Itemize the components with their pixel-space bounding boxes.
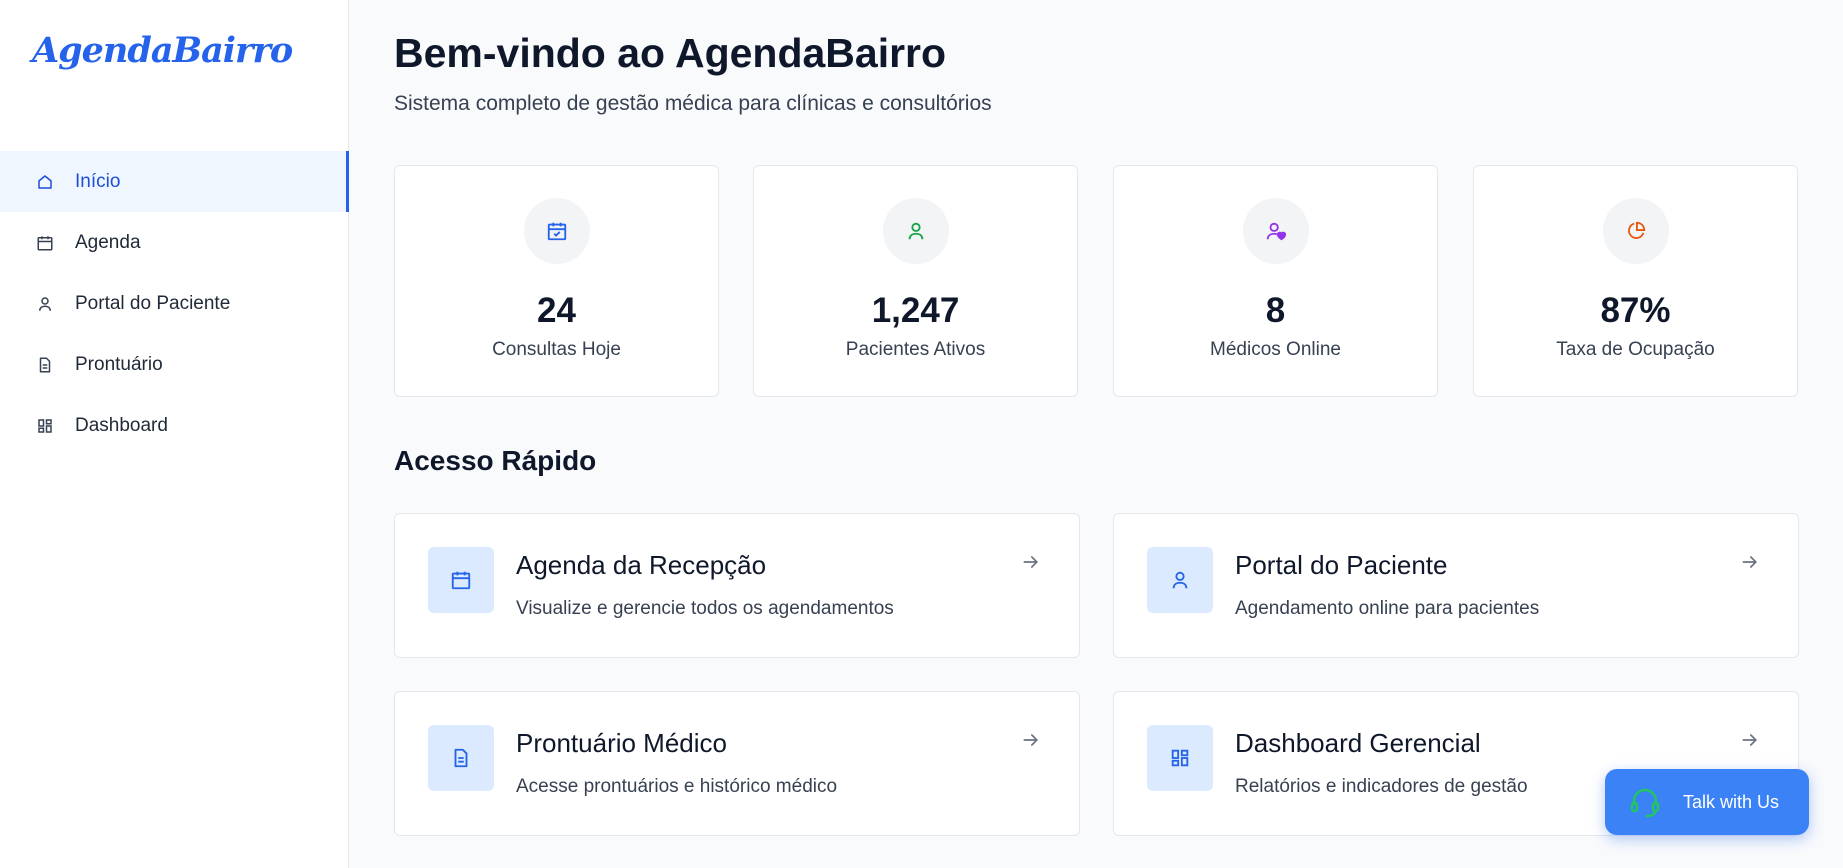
quick-card-prontuario-medico[interactable]: Prontuário Médico Acesse prontuários e h… <box>394 691 1080 836</box>
sidebar-item-agenda[interactable]: Agenda <box>0 212 349 273</box>
sidebar-item-label: Agenda <box>75 231 141 253</box>
stat-card-pacientes: 1,247 Pacientes Ativos <box>753 165 1078 397</box>
sidebar-item-portal-paciente[interactable]: Portal do Paciente <box>0 273 349 334</box>
quick-card-agenda-recepcao[interactable]: Agenda da Recepção Visualize e gerencie … <box>394 513 1080 658</box>
quick-card-title: Portal do Paciente <box>1235 550 1448 580</box>
calendar-check-icon <box>523 198 590 264</box>
stats-row: 24 Consultas Hoje 1,247 Pacientes Ativos… <box>394 165 1799 397</box>
stat-value: 24 <box>537 291 576 330</box>
stat-value: 87% <box>1600 291 1671 330</box>
quick-card-title: Prontuário Médico <box>516 728 727 758</box>
quick-card-description: Visualize e gerencie todos os agendament… <box>516 598 894 619</box>
quick-card-portal-paciente[interactable]: Portal do Paciente Agendamento online pa… <box>1113 513 1799 658</box>
page-title: Bem-vindo ao AgendaBairro <box>394 30 947 76</box>
sidebar-item-label: Início <box>75 170 121 192</box>
arrow-right-icon <box>1023 556 1039 568</box>
headset-icon <box>1630 788 1660 818</box>
app-logo[interactable]: AgendaBairro <box>32 30 293 71</box>
document-icon <box>428 725 494 791</box>
user-icon <box>35 294 55 314</box>
sidebar-item-label: Prontuário <box>75 353 163 375</box>
stat-label: Pacientes Ativos <box>845 339 986 360</box>
sidebar-nav: Início Agenda Portal do Paciente Prontuá… <box>0 151 349 456</box>
sidebar: AgendaBairro Início Agenda Portal do Pac… <box>0 0 349 868</box>
home-icon <box>35 172 55 192</box>
stat-label: Consultas Hoje <box>492 339 621 360</box>
dashboard-icon <box>1147 725 1213 791</box>
document-icon <box>35 355 55 375</box>
quick-card-description: Acesse prontuários e histórico médico <box>516 776 838 797</box>
user-icon <box>1147 547 1213 613</box>
arrow-right-icon <box>1742 734 1758 746</box>
quick-card-description: Relatórios e indicadores de gestão <box>1235 776 1528 797</box>
quick-card-description: Agendamento online para pacientes <box>1235 598 1540 619</box>
sidebar-item-dashboard[interactable]: Dashboard <box>0 395 349 456</box>
calendar-icon <box>428 547 494 613</box>
stat-card-ocupacao: 87% Taxa de Ocupação <box>1473 165 1798 397</box>
quick-card-title: Dashboard Gerencial <box>1235 728 1481 758</box>
calendar-icon <box>35 233 55 253</box>
user-icon <box>882 198 949 264</box>
talk-with-us-label: Talk with Us <box>1683 791 1780 812</box>
sidebar-item-inicio[interactable]: Início <box>0 151 349 212</box>
sidebar-item-label: Dashboard <box>75 414 168 436</box>
dashboard-icon <box>35 416 55 436</box>
stat-value: 8 <box>1265 291 1286 330</box>
user-heart-icon <box>1242 198 1309 264</box>
sidebar-item-prontuario[interactable]: Prontuário <box>0 334 349 395</box>
section-title-acesso-rapido: Acesso Rápido <box>394 445 597 476</box>
pie-chart-icon <box>1602 198 1669 264</box>
stat-label: Taxa de Ocupação <box>1556 339 1715 360</box>
stat-card-medicos: 8 Médicos Online <box>1113 165 1438 397</box>
page-subtitle: Sistema completo de gestão médica para c… <box>394 92 992 115</box>
talk-with-us-button[interactable]: Talk with Us <box>1605 769 1809 835</box>
arrow-right-icon <box>1742 556 1758 568</box>
stat-value: 1,247 <box>871 291 960 330</box>
quick-card-title: Agenda da Recepção <box>516 550 767 580</box>
stat-label: Médicos Online <box>1210 339 1341 360</box>
arrow-right-icon <box>1023 734 1039 746</box>
stat-card-consultas: 24 Consultas Hoje <box>394 165 719 397</box>
sidebar-item-label: Portal do Paciente <box>75 292 231 314</box>
